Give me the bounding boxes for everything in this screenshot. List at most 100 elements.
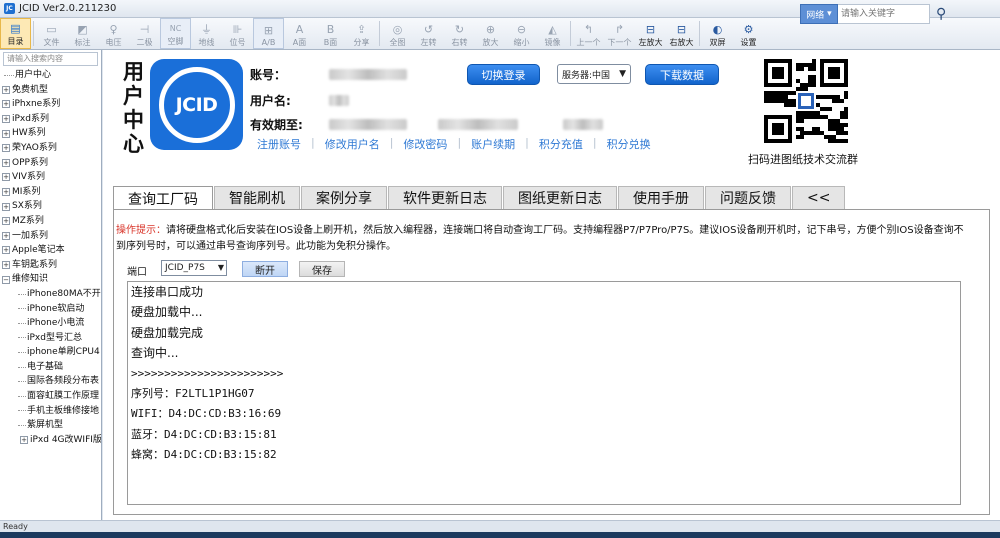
tree-item[interactable]: + OPP系列 <box>0 156 101 171</box>
tree-item[interactable]: + HW系列 <box>0 126 101 141</box>
account-link[interactable]: 修改用户名 <box>325 136 380 152</box>
toolbar-button[interactable]: B B面 <box>315 18 346 49</box>
tree-item[interactable]: 电子基础 <box>0 360 101 375</box>
expand-icon[interactable]: + <box>2 115 10 124</box>
account-link[interactable]: 账户续期 <box>471 136 515 152</box>
tab[interactable]: 使用手册 <box>618 186 704 209</box>
tree-item[interactable]: + MI系列 <box>0 185 101 200</box>
toolbar-button[interactable]: ⇪ 分享 <box>346 18 377 49</box>
link-separator: | <box>457 136 462 149</box>
toolbar-button[interactable]: ◎ 全图 <box>382 18 413 49</box>
toolbar-button[interactable]: ⚙ 设置 <box>733 18 764 49</box>
tree-item[interactable]: + 免费机型 <box>0 83 101 98</box>
tree-item[interactable]: iPhone软启动 <box>0 302 101 317</box>
toolbar-button[interactable]: ↺ 左转 <box>413 18 444 49</box>
toolbar-button[interactable]: ◭ 镜像 <box>537 18 568 49</box>
search-scope-dropdown[interactable]: 网络 ▾ <box>800 4 838 24</box>
collapse-icon[interactable]: − <box>2 275 10 284</box>
expand-icon[interactable]: + <box>2 202 10 211</box>
toolbar-button[interactable]: ⊕ 放大 <box>475 18 506 49</box>
toolbar-button[interactable]: ⏚ 地线 <box>191 18 222 49</box>
operation-tip: 操作提示：请将硬盘格式化后安装在IOS设备上刷开机，然后放入编程器，连接端口将自… <box>116 223 966 255</box>
tab[interactable]: 图纸更新日志 <box>503 186 617 209</box>
tab[interactable]: 问题反馈 <box>705 186 791 209</box>
toolbar-button[interactable]: ▤ 目录 <box>0 18 31 49</box>
tree-item[interactable]: 用户中心 <box>0 68 101 83</box>
expand-icon[interactable]: + <box>2 261 10 270</box>
save-button[interactable]: 保存 <box>299 261 345 277</box>
tree-item[interactable]: iPhone80MA不开 <box>0 287 101 302</box>
tab[interactable]: << <box>792 186 846 209</box>
tree-item[interactable]: + 荣YAO系列 <box>0 141 101 156</box>
toolbar-button[interactable]: ⊖ 缩小 <box>506 18 537 49</box>
tree-item[interactable]: iPhone小电流 <box>0 316 101 331</box>
expand-icon[interactable]: + <box>2 217 10 226</box>
account-link[interactable]: 积分兑换 <box>607 136 651 152</box>
tag-icon: ◩ <box>77 23 88 36</box>
toolbar-button-label: 二极 <box>136 38 153 47</box>
tree-item[interactable]: + 一加系列 <box>0 229 101 244</box>
tree-connector <box>18 381 26 383</box>
tree-item[interactable]: + SX系列 <box>0 199 101 214</box>
toolbar-button[interactable]: ⊟ 左放大 <box>635 18 666 49</box>
tree-item[interactable]: 面容虹膜工作原理 <box>0 389 101 404</box>
port-select[interactable]: JCID_P7S ▼ <box>161 260 227 276</box>
toolbar-button[interactable]: ⊟ 右放大 <box>666 18 697 49</box>
toolbar-button[interactable]: NC 空脚 <box>160 18 191 49</box>
tree-item[interactable]: 紫屏机型 <box>0 418 101 433</box>
expand-icon[interactable]: + <box>2 188 10 197</box>
tree-item[interactable]: + iPhxne系列 <box>0 97 101 112</box>
toolbar-button[interactable]: A A面 <box>284 18 315 49</box>
expand-icon[interactable]: + <box>2 85 10 94</box>
tree-item[interactable]: 国际各频段分布表 <box>0 374 101 389</box>
expand-icon[interactable]: + <box>2 246 10 255</box>
expand-icon[interactable]: + <box>2 100 10 109</box>
expand-icon[interactable]: + <box>2 173 10 182</box>
tab[interactable]: 软件更新日志 <box>388 186 502 209</box>
keyword-search-input[interactable] <box>838 4 930 24</box>
tree-item[interactable]: iphone单刷CPU4 <box>0 345 101 360</box>
tab[interactable]: 案例分享 <box>301 186 387 209</box>
toolbar-button-label: 左转 <box>420 38 437 47</box>
tab[interactable]: 查询工厂码 <box>113 186 213 210</box>
toolbar-button[interactable]: ▭ 文件 <box>36 18 67 49</box>
account-link[interactable]: 积分充值 <box>539 136 583 152</box>
tree-item[interactable]: + VIV系列 <box>0 170 101 185</box>
toolbar-button[interactable]: ♀ 电压 <box>98 18 129 49</box>
tab[interactable]: 智能刷机 <box>214 186 300 209</box>
expand-icon[interactable]: + <box>2 158 10 167</box>
toolbar-button[interactable]: ⊣ 二极 <box>129 18 160 49</box>
nc-icon: NC <box>169 24 182 33</box>
mirror-icon: ◭ <box>548 23 557 36</box>
tree-item[interactable]: − 维修知识 <box>0 272 101 287</box>
account-link[interactable]: 注册账号 <box>257 136 301 152</box>
tree-item[interactable]: iPxd型号汇总 <box>0 331 101 346</box>
tree-item[interactable]: + iPxd 4G改WIFI版 <box>0 433 101 448</box>
tree-item[interactable]: + Apple笔记本 <box>0 243 101 258</box>
tree-item[interactable]: + iPxd系列 <box>0 112 101 127</box>
toolbar-button[interactable]: ⊪ 位号 <box>222 18 253 49</box>
tree-item[interactable]: + 车钥匙系列 <box>0 258 101 273</box>
expand-icon[interactable]: + <box>2 129 10 138</box>
toolbar-button[interactable]: ◩ 标注 <box>67 18 98 49</box>
toolbar-button[interactable]: ↱ 下一个 <box>604 18 635 49</box>
tree-connector <box>18 425 26 427</box>
toolbar-button[interactable]: ◐ 双屏 <box>702 18 733 49</box>
expand-icon[interactable]: + <box>2 144 10 153</box>
toolbar-button[interactable]: ↻ 右转 <box>444 18 475 49</box>
switch-login-button[interactable]: 切换登录 <box>467 64 540 85</box>
tree-item[interactable]: + MZ系列 <box>0 214 101 229</box>
sidebar-search-input[interactable]: 请输入搜索内容 <box>3 52 98 66</box>
expand-icon[interactable]: + <box>2 231 10 240</box>
disconnect-button[interactable]: 断开 <box>242 261 288 277</box>
download-data-button[interactable]: 下载数据 <box>645 64 719 85</box>
tree-item[interactable]: 手机主板维修接地 <box>0 404 101 419</box>
search-icon[interactable]: ⚲ <box>936 6 946 22</box>
tree-item-label: MI系列 <box>12 186 41 197</box>
server-select[interactable]: 服务器:中国 ▼ <box>557 64 631 84</box>
side-b-icon: B <box>326 23 335 36</box>
toolbar-button[interactable]: ⊞ A/B <box>253 18 284 49</box>
expand-icon[interactable]: + <box>20 436 28 445</box>
toolbar-button[interactable]: ↰ 上一个 <box>573 18 604 49</box>
account-link[interactable]: 修改密码 <box>403 136 447 152</box>
